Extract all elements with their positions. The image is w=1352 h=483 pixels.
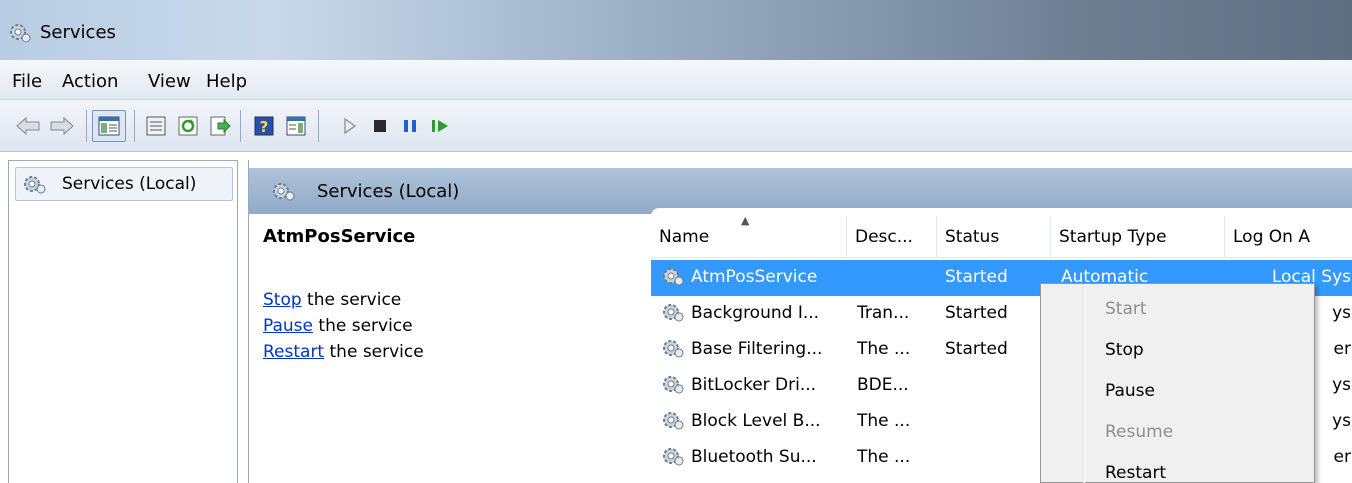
- toolbar-separator: [134, 110, 135, 142]
- column-header-log-on-as[interactable]: Log On A: [1225, 216, 1352, 258]
- services-gear-icon: [271, 180, 297, 207]
- pause-service-link[interactable]: Pause: [263, 316, 313, 336]
- menu-action[interactable]: Action: [62, 71, 118, 92]
- export-list-icon[interactable]: [206, 112, 234, 140]
- service-gear-icon: [661, 265, 685, 292]
- service-gear-icon: [661, 445, 685, 472]
- service-status: Started: [945, 267, 1008, 287]
- toolbar-separator: [318, 110, 319, 142]
- action-text: the service: [313, 316, 413, 336]
- column-header-row: ▲ Name Desc... Status Startup Type Log O…: [651, 216, 1352, 258]
- service-name: AtmPosService: [691, 267, 818, 287]
- context-menu-restart[interactable]: Restart: [1105, 463, 1166, 483]
- console-tree: Services (Local): [8, 160, 238, 483]
- action-text: the service: [324, 342, 424, 362]
- help-icon[interactable]: ?: [250, 112, 278, 140]
- menu-gutter: [1084, 284, 1085, 483]
- show-hide-action-pane-icon[interactable]: [282, 112, 310, 140]
- menu-view[interactable]: View: [148, 71, 191, 92]
- tree-item-services-local[interactable]: Services (Local): [15, 167, 233, 201]
- action-pause-line: Pause the service: [263, 316, 413, 336]
- context-menu-start[interactable]: Start: [1105, 299, 1147, 319]
- resume-service-icon[interactable]: [426, 112, 454, 140]
- properties-icon[interactable]: [142, 112, 170, 140]
- selected-service-name: AtmPosService: [263, 226, 416, 247]
- service-gear-icon: [661, 409, 685, 436]
- restart-service-link[interactable]: Restart: [263, 342, 324, 362]
- context-menu-pause[interactable]: Pause: [1105, 381, 1155, 401]
- service-description: The ...: [857, 339, 911, 359]
- service-status: Started: [945, 339, 1008, 359]
- forward-arrow-icon[interactable]: [48, 112, 76, 140]
- service-name: Base Filtering...: [691, 339, 823, 359]
- pause-service-icon[interactable]: [396, 112, 424, 140]
- service-gear-icon: [661, 337, 685, 364]
- toolbar-separator: [240, 110, 241, 142]
- service-description: BDE...: [857, 375, 909, 395]
- service-description: The ...: [857, 447, 911, 467]
- context-menu-resume[interactable]: Resume: [1105, 422, 1173, 442]
- action-restart-line: Restart the service: [263, 342, 424, 362]
- start-service-icon[interactable]: [336, 112, 364, 140]
- service-name: BitLocker Dri...: [691, 375, 817, 395]
- column-header-description[interactable]: Desc...: [847, 216, 937, 258]
- sort-ascending-icon: ▲: [741, 216, 750, 227]
- menu-bar: File Action View Help: [0, 60, 1352, 100]
- services-gear-icon: [8, 20, 32, 44]
- service-name: Bluetooth Su...: [691, 447, 817, 467]
- service-description: Tran...: [857, 303, 910, 323]
- show-hide-console-tree-icon[interactable]: [92, 110, 126, 142]
- toolbar: ?: [0, 100, 1352, 152]
- title-bar[interactable]: Services: [0, 0, 1352, 60]
- service-name: Block Level B...: [691, 411, 821, 431]
- menu-help[interactable]: Help: [206, 71, 247, 92]
- column-header-startup-type[interactable]: Startup Type: [1051, 216, 1225, 258]
- column-header-status[interactable]: Status: [937, 216, 1051, 258]
- context-menu-stop[interactable]: Stop: [1105, 340, 1144, 360]
- back-arrow-icon[interactable]: [14, 112, 42, 140]
- column-header-name[interactable]: ▲ Name: [651, 216, 847, 258]
- tree-item-label: Services (Local): [62, 174, 197, 194]
- menu-file[interactable]: File: [12, 71, 42, 92]
- refresh-icon[interactable]: [174, 112, 202, 140]
- stop-service-link[interactable]: Stop: [263, 290, 302, 310]
- service-gear-icon: [661, 301, 685, 328]
- window-title: Services: [40, 22, 116, 43]
- services-gear-icon: [22, 173, 48, 200]
- pane-header-title: Services (Local): [317, 181, 460, 202]
- action-text: the service: [301, 290, 402, 310]
- svg-text:?: ?: [260, 118, 269, 136]
- service-description: The ...: [857, 411, 911, 431]
- service-status: Started: [945, 303, 1008, 323]
- toolbar-separator: [86, 110, 87, 142]
- action-stop-line: Stop the service: [263, 290, 401, 310]
- stop-service-icon[interactable]: [366, 112, 394, 140]
- service-gear-icon: [661, 373, 685, 400]
- context-menu: Start Stop Pause Resume Restart: [1040, 283, 1315, 483]
- service-name: Background I...: [691, 303, 820, 323]
